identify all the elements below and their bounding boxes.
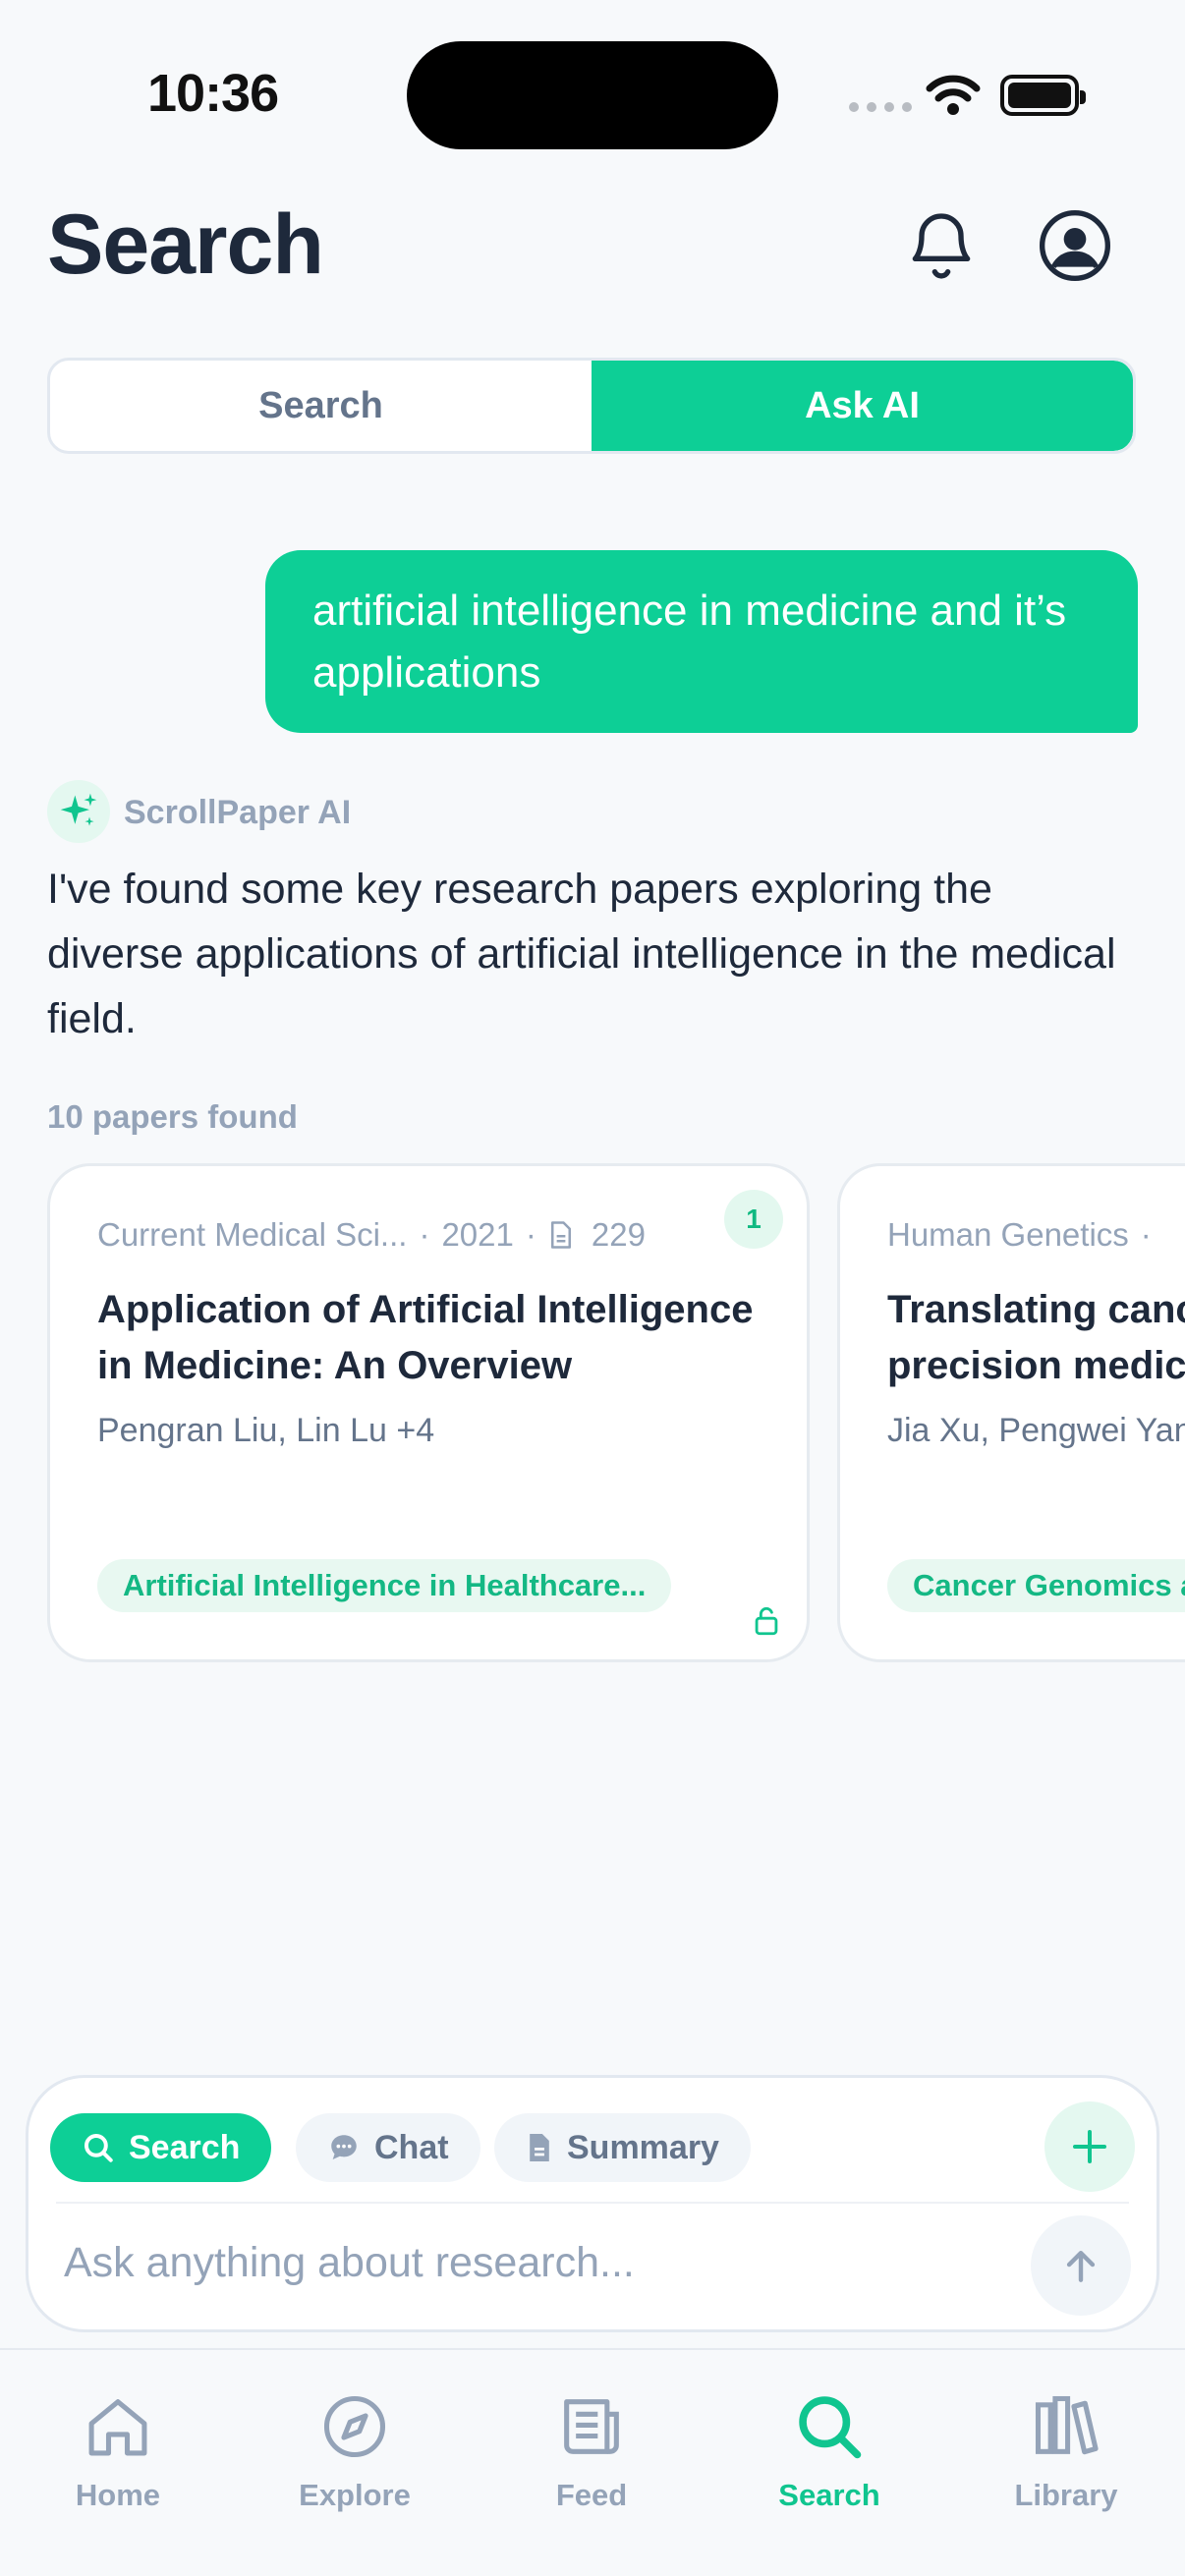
user-avatar-icon[interactable] — [1036, 206, 1114, 285]
add-attachment-button[interactable] — [1044, 2101, 1135, 2192]
paper-rank-badge: 1 — [724, 1190, 783, 1249]
mode-chip-search[interactable]: Search — [50, 2113, 272, 2182]
document-icon — [550, 1221, 571, 1249]
chip-label: Search — [129, 2128, 241, 2166]
home-icon — [88, 2399, 147, 2456]
tab-label: Home — [75, 2478, 161, 2512]
tab-library[interactable]: Library — [968, 2389, 1164, 2513]
mode-chip-summary[interactable]: Summary — [494, 2113, 751, 2182]
paper-title-line: precision medicine — [887, 1344, 1185, 1387]
bottom-tab-bar: Home Explore Feed Search Library — [0, 2348, 1185, 2576]
ai-assistant-name: ScrollPaper AI — [124, 794, 352, 831]
tab-label: Library — [1014, 2478, 1118, 2512]
mode-chip-chat[interactable]: Chat — [296, 2113, 480, 2182]
document-icon — [530, 2134, 549, 2161]
paper-authors: Pengran Liu, Lin Lu +4 — [97, 1412, 435, 1449]
segment-search[interactable]: Search — [50, 361, 592, 451]
tab-label: Feed — [555, 2478, 628, 2512]
search-icon — [84, 2133, 113, 2162]
chip-label: Chat — [374, 2128, 449, 2166]
bell-icon[interactable] — [902, 206, 981, 285]
chip-label: Summary — [567, 2128, 719, 2166]
composer: Search Chat Summary — [26, 2075, 1159, 2332]
sparkle-icon — [60, 793, 97, 826]
unlock-icon — [755, 1606, 778, 1636]
plus-icon — [1073, 2130, 1106, 2163]
paper-title: Translating cancer genomics into precisi… — [887, 1282, 1185, 1394]
page-title: Search — [47, 197, 324, 292]
paper-journal: Current Medical Sci... — [97, 1216, 408, 1253]
paper-year: 2021 — [441, 1216, 514, 1253]
papers-found-count: 10 papers found — [47, 1098, 298, 1135]
user-message-bubble: artificial intelligence in medicine and … — [265, 550, 1138, 733]
tab-home[interactable]: Home — [20, 2389, 216, 2513]
paper-topic-tag[interactable]: Artificial Intelligence in Healthcare... — [97, 1559, 672, 1612]
arrow-up-icon — [1066, 2250, 1096, 2282]
send-button[interactable] — [1031, 2215, 1131, 2316]
ai-avatar — [47, 780, 110, 843]
tab-explore[interactable]: Explore — [256, 2389, 453, 2513]
composer-divider — [56, 2202, 1129, 2204]
tab-label: Explore — [299, 2478, 411, 2512]
tab-search[interactable]: Search — [731, 2389, 928, 2513]
chat-bubble-icon — [331, 2135, 357, 2160]
dynamic-island — [407, 41, 778, 149]
newspaper-icon — [564, 2399, 619, 2454]
cellular-signal-icon — [849, 102, 912, 112]
composer-input[interactable] — [64, 2239, 948, 2287]
paper-authors: Jia Xu, Pengwei Yang — [887, 1412, 1185, 1449]
tab-feed[interactable]: Feed — [493, 2389, 690, 2513]
paper-card[interactable]: 1 Current Medical Sci... · 2021 · 229 Ap… — [47, 1163, 810, 1662]
wifi-icon — [926, 75, 981, 115]
battery-icon — [1000, 75, 1086, 116]
search-icon — [799, 2396, 862, 2459]
paper-meta: Human Genetics · — [887, 1216, 1152, 1253]
ai-response-text: I've found some key research papers expl… — [47, 866, 1116, 1042]
status-time: 10:36 — [147, 64, 279, 123]
paper-card[interactable]: Human Genetics · Translating cancer geno… — [837, 1163, 1185, 1662]
library-icon — [1035, 2395, 1099, 2455]
paper-title-line: Translating cancer genomics into — [887, 1288, 1185, 1331]
paper-title: Application of Artificial Intelligence i… — [97, 1288, 754, 1387]
paper-journal: Human Genetics — [887, 1216, 1129, 1253]
compass-icon — [323, 2395, 386, 2458]
segment-ask-ai[interactable]: Ask AI — [592, 361, 1133, 451]
paper-meta: Current Medical Sci... · 2021 · 229 — [97, 1216, 646, 1253]
paper-citations: 229 — [591, 1216, 646, 1253]
mode-segmented-control: Search Ask AI — [47, 358, 1136, 454]
tab-label: Search — [778, 2478, 880, 2512]
paper-topic-tag[interactable]: Cancer Genomics and — [887, 1559, 1185, 1612]
